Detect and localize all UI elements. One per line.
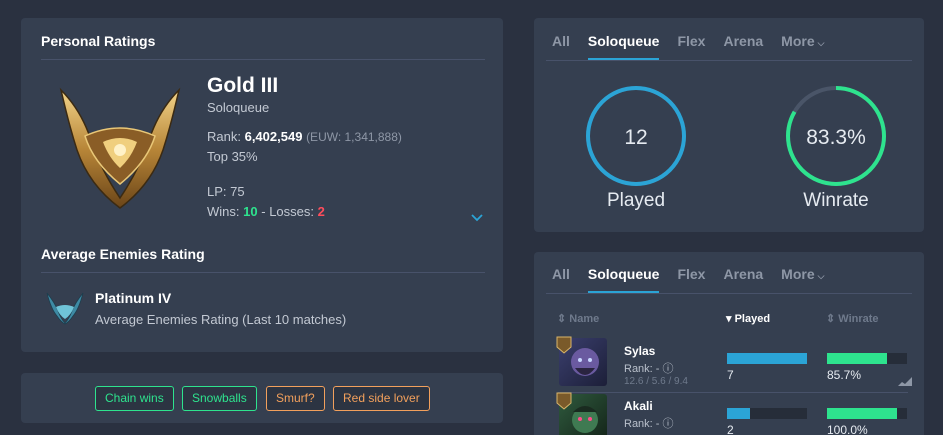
played-value: 12 (624, 126, 647, 149)
divider (41, 272, 485, 273)
average-enemies-title: Average Enemies Rating (41, 246, 205, 262)
wins-losses: Wins: 10 - Losses: 2 (207, 204, 325, 219)
tab-all[interactable]: All (552, 33, 570, 60)
divider (546, 60, 912, 61)
winrate-ring: 83.3% (786, 86, 886, 186)
column-played-label: Played (734, 313, 771, 325)
champion-rank: Rank: - ⓘ (624, 415, 674, 431)
platinum-rank-emblem-icon (46, 292, 84, 325)
winrate-bar (827, 353, 907, 364)
rank-badge-icon (556, 392, 572, 410)
played-bar (727, 353, 807, 364)
losses-count: 2 (317, 204, 325, 219)
tag-red-side-lover[interactable]: Red side lover (333, 386, 430, 411)
champion-rank: Rank: - ⓘ (624, 360, 674, 376)
wins-count: 10 (243, 204, 258, 219)
played-count: 7 (727, 368, 734, 382)
tag-snowballs[interactable]: Snowballs (182, 386, 257, 411)
champion-row[interactable]: Akali Rank: - ⓘ 2 100.0% (546, 392, 908, 435)
champions-card: All Soloqueue Flex Arena More ⌵ ⇕ Name ▾ … (534, 252, 924, 435)
tag-chain-wins[interactable]: Chain wins (95, 386, 174, 411)
top-percent: Top 35% (207, 149, 258, 164)
chevron-down-icon: ⌵ (817, 38, 825, 48)
tab-soloqueue[interactable]: Soloqueue (587, 266, 660, 293)
played-ring: 12 (586, 86, 686, 186)
tag-smurf[interactable]: Smurf? (266, 386, 325, 411)
column-header-played[interactable]: ▾ Played (726, 312, 770, 325)
column-name-label: Name (569, 313, 600, 325)
rank-badge-icon (556, 336, 572, 354)
rank-region: (EUW: 1,341,888) (306, 130, 402, 144)
enemies-tier: Platinum IV (95, 290, 172, 306)
tags-card: Chain wins Snowballs Smurf? Red side lov… (21, 373, 503, 423)
tab-all[interactable]: All (552, 266, 570, 293)
champion-rank-label: Rank: - (624, 363, 660, 375)
champion-name: Sylas (624, 344, 656, 358)
column-winrate-label: Winrate (838, 313, 879, 325)
tab-arena[interactable]: Arena (723, 33, 763, 60)
personal-ratings-card: Personal Ratings Gold III Soloqueue Rank… (21, 18, 503, 352)
divider (546, 293, 912, 294)
played-bar-fill (727, 408, 751, 419)
winrate-bar (827, 408, 907, 419)
column-header-winrate[interactable]: ⇕ Winrate (826, 312, 879, 325)
divider (41, 59, 485, 60)
champion-queue-tabs: All Soloqueue Flex Arena More ⌵ (552, 266, 842, 293)
champion-rank-label: Rank: - (624, 418, 660, 430)
rank-value: 6,402,549 (244, 129, 303, 144)
help-icon[interactable]: ⓘ (663, 418, 674, 430)
tab-soloqueue[interactable]: Soloqueue (587, 33, 660, 60)
winrate-value: 85.7% (827, 368, 862, 382)
tab-more[interactable]: More ⌵ (781, 266, 824, 293)
current-tier: Gold III (207, 74, 279, 97)
wins-label: Wins: (207, 204, 240, 219)
sort-desc-icon: ▾ (726, 313, 732, 325)
tab-arena[interactable]: Arena (723, 266, 763, 293)
personal-ratings-title: Personal Ratings (41, 33, 156, 49)
losses-label: Losses: (269, 204, 314, 219)
rank-label: Rank: (207, 129, 241, 144)
sort-icon: ⇕ (826, 313, 836, 325)
played-count: 2 (727, 423, 734, 435)
played-bar-fill (727, 353, 807, 364)
tab-more[interactable]: More ⌵ (781, 33, 824, 60)
winrate-label: Winrate (803, 190, 869, 211)
lp-value: LP: 75 (207, 184, 245, 199)
chevron-down-icon: ⌵ (817, 271, 825, 281)
enemies-description: Average Enemies Rating (Last 10 matches) (95, 312, 347, 327)
sort-icon: ⇕ (557, 313, 567, 325)
rank-line: Rank: 6,402,549 (EUW: 1,341,888) (207, 129, 402, 144)
gold-rank-emblem-icon (59, 87, 181, 209)
tab-flex[interactable]: Flex (677, 33, 705, 60)
column-header-name[interactable]: ⇕ Name (557, 312, 599, 325)
tab-more-label: More (781, 266, 815, 282)
queue-type: Soloqueue (207, 100, 270, 115)
winrate-bar-fill (827, 353, 887, 364)
help-icon[interactable]: ⓘ (663, 363, 674, 375)
champion-name: Akali (624, 399, 653, 413)
champion-kda: 12.6 / 5.6 / 9.4 (624, 376, 688, 387)
played-label: Played (606, 190, 666, 211)
queue-stats-card: All Soloqueue Flex Arena More ⌵ 12 Played… (534, 18, 924, 232)
champion-row[interactable]: Sylas Rank: - ⓘ 12.6 / 5.6 / 9.4 7 85.7% (546, 336, 912, 392)
winrate-value: 100.0% (827, 423, 868, 435)
winrate-value: 83.3% (806, 126, 866, 149)
chevron-down-icon[interactable] (471, 214, 483, 222)
queue-tabs: All Soloqueue Flex Arena More ⌵ (552, 33, 842, 60)
separator: - (261, 204, 266, 219)
trend-graph-icon[interactable] (898, 376, 912, 386)
tab-more-label: More (781, 33, 815, 49)
winrate-bar-fill (827, 408, 897, 419)
tab-flex[interactable]: Flex (677, 266, 705, 293)
played-bar (727, 408, 807, 419)
